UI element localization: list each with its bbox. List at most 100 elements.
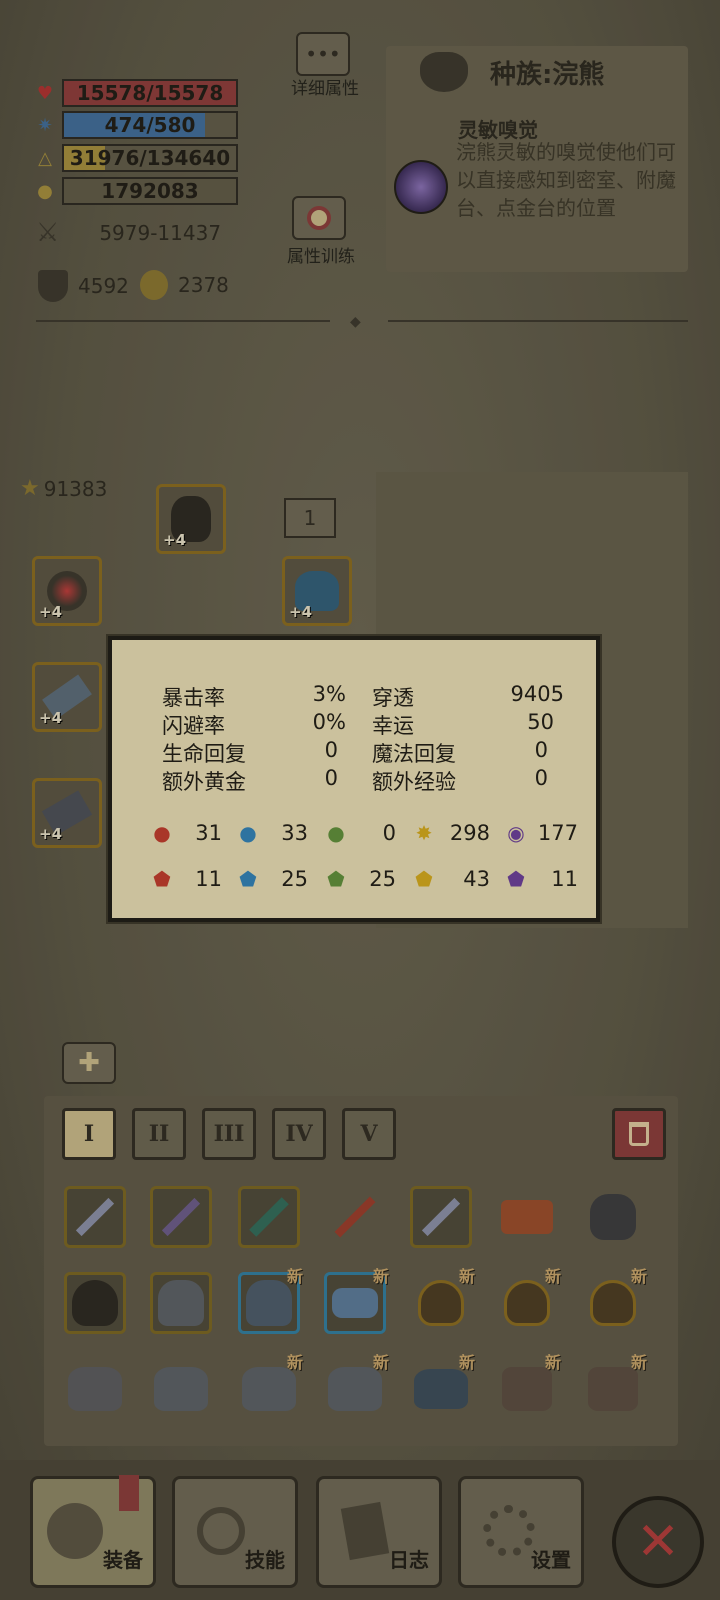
inventory-item[interactable] <box>64 1186 126 1248</box>
inventory-item[interactable]: 新 <box>238 1353 303 1420</box>
delete-button[interactable] <box>612 1108 666 1160</box>
inventory-item[interactable]: 新 <box>582 1353 647 1420</box>
water-drop-icon: ● <box>239 821 257 845</box>
stats-tooltip: 暴击率 3% 穿透 9405 闪避率 0% 幸运 50 生命回复 0 魔法回复 … <box>108 636 600 922</box>
tt-label: 生命回复 <box>162 742 246 766</box>
inventory-item[interactable]: 新 <box>410 1353 475 1420</box>
equip-slot-gloves[interactable]: +4 <box>32 778 102 848</box>
race-skill-icon <box>394 160 448 214</box>
enhance-level: +4 <box>39 825 63 843</box>
inventory-item[interactable]: 新 <box>324 1267 389 1334</box>
inventory-item[interactable] <box>150 1272 212 1334</box>
slot-count-badge[interactable]: 1 <box>284 498 336 538</box>
resist-nature: ⬟ 25 <box>324 866 396 892</box>
inventory-item[interactable] <box>64 1272 126 1334</box>
tt-value: 0 <box>534 738 548 762</box>
attr-training-button[interactable] <box>292 196 346 240</box>
dots-icon: ••• <box>305 42 341 66</box>
tab-page-1[interactable]: I <box>62 1108 116 1160</box>
nav-skills[interactable]: 技能 <box>172 1476 298 1588</box>
equip-slot-amulet[interactable]: +4 <box>32 556 102 626</box>
attack-stat: ⚔ 5979-11437 <box>36 218 221 248</box>
resist-value: 43 <box>463 867 490 891</box>
locked-sword-icon <box>334 1196 376 1238</box>
resist-shadow: ⬟ 11 <box>504 866 578 892</box>
inventory-item-locked[interactable] <box>496 1186 558 1248</box>
nav-label: 设置 <box>531 1548 571 1572</box>
detail-attr-button[interactable]: ••• <box>296 32 350 76</box>
lightning-icon: ✸ <box>415 821 433 845</box>
new-tag: 新 <box>544 1353 561 1372</box>
inventory-item[interactable] <box>150 1358 212 1420</box>
inventory-item[interactable] <box>64 1358 126 1420</box>
tt-value: 0 <box>534 766 548 790</box>
inventory-item[interactable]: 新 <box>496 1353 561 1420</box>
trash-icon <box>629 1122 649 1146</box>
inventory-item[interactable]: 新 <box>238 1267 303 1334</box>
plus-cross-icon: ✚ <box>78 1048 100 1078</box>
exp-text: 31976/134640 <box>69 146 231 170</box>
attr-training-label[interactable]: 属性训练 <box>276 242 366 267</box>
attack-value: 5979-11437 <box>99 221 222 245</box>
element-value: 0 <box>382 821 396 845</box>
tt-value: 9405 <box>510 682 564 706</box>
leaf-icon: ● <box>327 821 345 845</box>
inventory-item[interactable]: 新 <box>496 1267 561 1334</box>
element-value: 298 <box>449 821 490 845</box>
expand-button[interactable]: ✚ <box>62 1042 116 1084</box>
tt-label: 额外黄金 <box>162 770 246 794</box>
race-title: 种族:浣熊 <box>490 60 605 90</box>
dagger-icon <box>161 1197 201 1237</box>
resist-lightning: ⬟ 43 <box>412 866 490 892</box>
inventory-item[interactable] <box>582 1186 644 1248</box>
race-panel: 种族:浣熊 灵敏嗅觉 浣熊灵敏的嗅觉使他们可以直接感知到密室、附魔台、点金台的位… <box>386 46 688 272</box>
divider-left <box>36 320 330 322</box>
equip-slot-weapon[interactable]: +4 <box>32 662 102 732</box>
new-tag: 新 <box>630 1267 647 1286</box>
tiara-icon <box>332 1288 378 1318</box>
element-value: 31 <box>195 821 222 845</box>
tt-label: 幸运 <box>372 714 414 738</box>
inventory-item[interactable] <box>410 1186 472 1248</box>
tab-page-2[interactable]: II <box>132 1108 186 1160</box>
shield-icon <box>38 270 68 302</box>
new-tag: 新 <box>372 1267 389 1286</box>
detail-attr-label[interactable]: 详细属性 <box>280 74 370 99</box>
equip-slot-head[interactable]: +4 <box>282 556 352 626</box>
inventory-item[interactable]: 新 <box>582 1267 647 1334</box>
inventory-item[interactable] <box>238 1186 300 1248</box>
resist-fire: ⬟ 11 <box>150 866 222 892</box>
tt-value: 0 <box>324 766 338 790</box>
tt-label: 暴击率 <box>162 686 225 710</box>
element-value: 33 <box>281 821 308 845</box>
gold-hood-icon <box>590 1280 636 1326</box>
mana-row: ✷ 474/580 <box>34 110 238 140</box>
nav-settings[interactable]: 设置 <box>458 1476 584 1588</box>
nav-journal[interactable]: 日志 <box>316 1476 442 1588</box>
magic-resist-value: 2378 <box>178 273 229 297</box>
inventory-item[interactable]: 新 <box>324 1353 389 1420</box>
heart-icon: ♥ <box>36 82 54 104</box>
hp-bar: 15578/15578 <box>62 79 238 107</box>
inventory-item[interactable] <box>150 1186 212 1248</box>
helm-icon <box>158 1280 204 1326</box>
inventory-item[interactable]: 新 <box>410 1267 475 1334</box>
resist-value: 11 <box>551 867 578 891</box>
enhance-level: +4 <box>39 603 63 621</box>
water-resist-icon: ⬟ <box>239 867 257 891</box>
inventory-item-locked[interactable] <box>324 1186 386 1248</box>
divider-right <box>388 320 688 322</box>
tab-page-5[interactable]: V <box>342 1108 396 1160</box>
nav-equipment[interactable]: 装备 <box>30 1475 156 1588</box>
mana-bar: 474/580 <box>62 111 238 139</box>
tab-page-3[interactable]: III <box>202 1108 256 1160</box>
close-button[interactable]: ✕ <box>612 1496 704 1588</box>
target-icon <box>307 206 331 230</box>
tab-page-4[interactable]: IV <box>272 1108 326 1160</box>
enhance-level: +4 <box>289 603 313 621</box>
tt-label: 额外经验 <box>372 770 456 794</box>
element-shadow: ◉ 177 <box>504 820 578 846</box>
equipment-icon <box>47 1503 103 1559</box>
new-tag: 新 <box>286 1267 303 1286</box>
equip-slot-helmet[interactable]: +4 <box>156 484 226 554</box>
